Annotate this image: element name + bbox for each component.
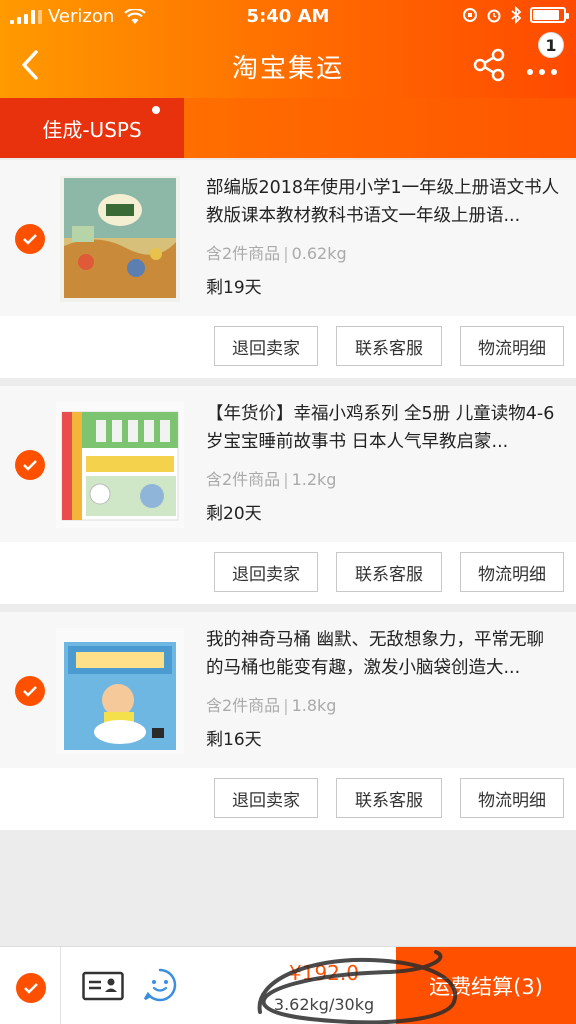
package-title: 部编版2018年使用小学1一年级上册语文书人教版课本教材教科书语文一年级上册语.… bbox=[206, 178, 560, 226]
logistics-detail-button[interactable]: 物流明细 bbox=[460, 778, 564, 818]
total-price: ¥192.0 bbox=[289, 961, 359, 985]
item-count: 含2件商品 bbox=[206, 244, 281, 263]
checkmark-icon bbox=[23, 460, 37, 471]
package-meta: 含2件商品 | 1.8kg bbox=[206, 696, 337, 715]
contact-service-button[interactable]: 联系客服 bbox=[336, 552, 442, 592]
contact-service-button[interactable]: 联系客服 bbox=[336, 326, 442, 366]
divider bbox=[60, 947, 61, 1024]
days-remaining: 剩16天 bbox=[206, 730, 262, 750]
contact-service-button[interactable]: 联系客服 bbox=[336, 778, 442, 818]
battery-icon bbox=[530, 7, 569, 23]
package-title: 【年货价】幸福小鸡系列 全5册 儿童读物4-6岁宝宝睡前故事书 日本人气早教启蒙… bbox=[206, 404, 555, 452]
checkmark-icon bbox=[24, 983, 38, 994]
days-remaining: 剩19天 bbox=[206, 278, 262, 298]
share-button[interactable] bbox=[472, 48, 506, 82]
return-to-seller-button[interactable]: 退回卖家 bbox=[214, 778, 318, 818]
alarm-icon bbox=[487, 9, 501, 23]
product-image bbox=[56, 628, 184, 754]
weight-summary: 3.62kg/30kg bbox=[273, 995, 375, 1014]
select-all-checkbox[interactable] bbox=[16, 973, 46, 1003]
checkout-button[interactable]: 运费结算(3) bbox=[396, 947, 576, 1024]
package-select-checkbox[interactable] bbox=[15, 450, 45, 480]
days-remaining: 剩20天 bbox=[206, 504, 262, 524]
rotation-lock-icon bbox=[463, 8, 477, 22]
package-meta: 含2件商品 | 0.62kg bbox=[206, 244, 347, 263]
smiley-chat-icon bbox=[143, 968, 177, 1002]
package-select-checkbox[interactable] bbox=[15, 676, 45, 706]
package-weight: 1.8kg bbox=[291, 696, 337, 715]
package-card: 【年货价】幸福小鸡系列 全5册 儿童读物4-6岁宝宝睡前故事书 日本人气早教启蒙… bbox=[0, 386, 576, 604]
package-summary: 部编版2018年使用小学1一年级上册语文书人教版课本教材教科书语文一年级上册语.… bbox=[0, 160, 576, 316]
item-count: 含2件商品 bbox=[206, 696, 281, 715]
status-bar: Verizon 5:40 AM bbox=[0, 0, 576, 34]
package-meta: 含2件商品 | 1.2kg bbox=[206, 470, 337, 489]
app-header: Verizon 5:40 AM 淘宝集运 bbox=[0, 0, 576, 100]
package-summary: 我的神奇马桶 幽默、无敌想象力，平常无聊的马桶也能变有趣，激发小脑袋创造大...… bbox=[0, 612, 576, 768]
tab-unread-dot bbox=[152, 106, 160, 114]
package-weight: 0.62kg bbox=[291, 244, 347, 263]
checkmark-icon bbox=[23, 686, 37, 697]
id-card-button[interactable] bbox=[82, 971, 124, 1001]
return-to-seller-button[interactable]: 退回卖家 bbox=[214, 552, 318, 592]
logistics-detail-button[interactable]: 物流明细 bbox=[460, 552, 564, 592]
share-icon bbox=[473, 48, 505, 82]
package-card: 部编版2018年使用小学1一年级上册语文书人教版课本教材教科书语文一年级上册语.… bbox=[0, 160, 576, 378]
item-count: 含2件商品 bbox=[206, 470, 281, 489]
return-to-seller-button[interactable]: 退回卖家 bbox=[214, 326, 318, 366]
package-summary: 【年货价】幸福小鸡系列 全5册 儿童读物4-6岁宝宝睡前故事书 日本人气早教启蒙… bbox=[0, 386, 576, 542]
package-weight: 1.2kg bbox=[291, 470, 337, 489]
logistics-detail-button[interactable]: 物流明细 bbox=[460, 326, 564, 366]
customer-service-button[interactable] bbox=[142, 967, 178, 1003]
carrier-tab-bar: 佳成-USPS bbox=[0, 98, 576, 158]
package-title: 我的神奇马桶 幽默、无敌想象力，平常无聊的马桶也能变有趣，激发小脑袋创造大... bbox=[206, 630, 545, 678]
battery-level bbox=[533, 10, 559, 20]
bluetooth-icon bbox=[511, 6, 522, 24]
checkmark-icon bbox=[23, 234, 37, 245]
tab-label: 佳成-USPS bbox=[42, 117, 142, 142]
package-card: 我的神奇马桶 幽默、无敌想象力，平常无聊的马桶也能变有趣，激发小脑袋创造大...… bbox=[0, 612, 576, 830]
navigation-bar: 淘宝集运 bbox=[0, 34, 576, 96]
package-select-checkbox[interactable] bbox=[15, 224, 45, 254]
id-card-icon bbox=[82, 971, 124, 1001]
product-image bbox=[56, 176, 184, 302]
notification-badge: 1 bbox=[538, 32, 564, 58]
checkout-bar: ¥192.0 3.62kg/30kg 运费结算(3) bbox=[0, 946, 576, 1024]
product-image bbox=[56, 402, 184, 528]
